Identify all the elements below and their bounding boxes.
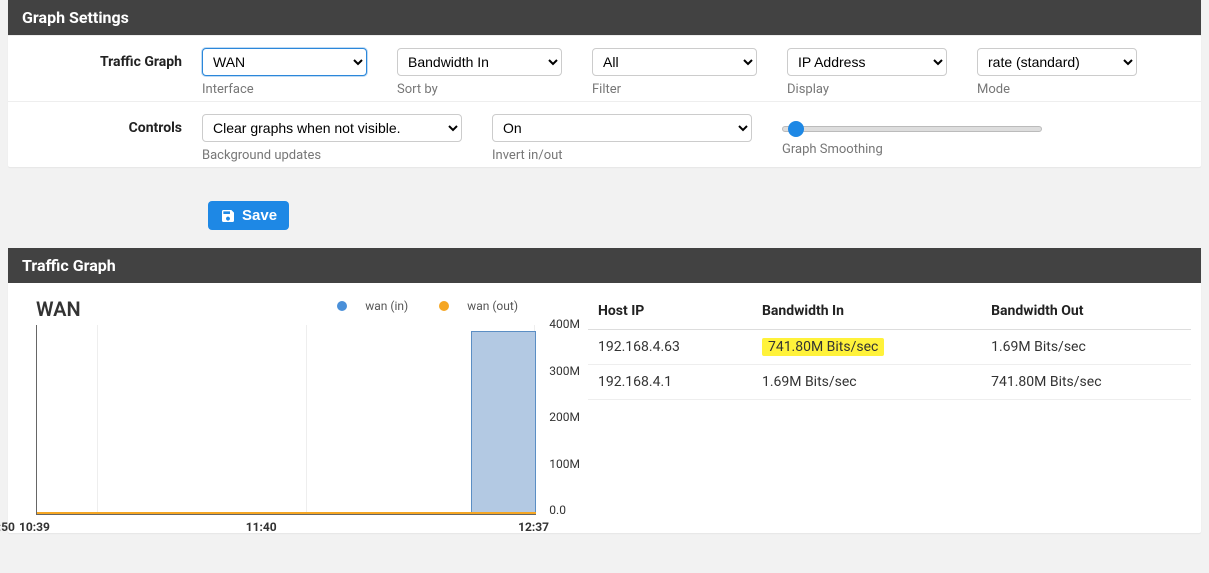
interface-select[interactable]: WAN [202,48,367,76]
invert-help: Invert in/out [492,148,752,163]
interface-help: Interface [202,82,367,97]
legend-dot-in [337,301,347,311]
wan-out-line [37,512,536,514]
filter-select[interactable]: All [592,48,757,76]
invert-select[interactable]: On [492,114,752,142]
filter-help: Filter [592,82,757,97]
sort-by-select[interactable]: Bandwidth In [397,48,562,76]
traffic-graph-label: Traffic Graph [22,48,202,70]
mode-select[interactable]: rate (standard) [977,48,1137,76]
table-header-row: Host IP Bandwidth In Bandwidth Out [588,297,1191,330]
legend-in-label: wan (in) [365,299,408,313]
graph-smoothing-help: Graph Smoothing [782,142,1042,157]
background-updates-help: Background updates [202,148,462,163]
legend-dot-out [439,301,449,311]
display-select[interactable]: IP Address [787,48,947,76]
th-bw-out: Bandwidth Out [981,297,1191,330]
x-axis-labels: 10:39 10:50 11:40 12:37 [19,520,549,534]
sort-by-help: Sort by [397,82,562,97]
cell-host: 192.168.4.1 [588,365,752,400]
table-row: 192.168.4.63741.80M Bits/sec1.69M Bits/s… [588,330,1191,365]
cell-host: 192.168.4.63 [588,330,752,365]
bandwidth-table: Host IP Bandwidth In Bandwidth Out 192.1… [588,297,1191,515]
legend-out-label: wan (out) [467,299,518,313]
cell-bw-in: 741.80M Bits/sec [752,330,981,365]
save-button[interactable]: Save [208,201,289,230]
cell-bw-out: 741.80M Bits/sec [981,365,1191,400]
chart-legend: wan (in) wan (out) [309,299,518,313]
traffic-graph-row: Traffic Graph WAN Interface Bandwidth In… [8,35,1201,101]
graph-settings-title: Graph Settings [8,0,1201,35]
save-button-label: Save [242,207,277,224]
chart-container: WAN wan (in) wan (out) 400M 300M 200M 10 [18,297,578,515]
graph-smoothing-slider[interactable] [782,126,1042,132]
cell-bw-out: 1.69M Bits/sec [981,330,1191,365]
controls-label: Controls [22,114,202,136]
graph-settings-panel: Graph Settings Traffic Graph WAN Interfa… [8,0,1201,167]
mode-help: Mode [977,82,1137,97]
traffic-graph-title: Traffic Graph [8,248,1201,283]
chart-plot-area: 400M 300M 200M 100M 0.0 10:39 10:50 11:4… [36,325,536,515]
y-axis-labels: 400M 300M 200M 100M 0.0 [549,317,580,517]
display-help: Display [787,82,947,97]
table-row: 192.168.4.11.69M Bits/sec741.80M Bits/se… [588,365,1191,400]
cell-bw-in: 1.69M Bits/sec [752,365,981,400]
traffic-graph-panel: Traffic Graph WAN wan (in) wan (out) 400… [8,248,1201,533]
controls-row: Controls Clear graphs when not visible. … [8,101,1201,167]
th-host: Host IP [588,297,752,330]
th-bw-in: Bandwidth In [752,297,981,330]
save-icon [220,208,236,224]
background-updates-select[interactable]: Clear graphs when not visible. [202,114,462,142]
